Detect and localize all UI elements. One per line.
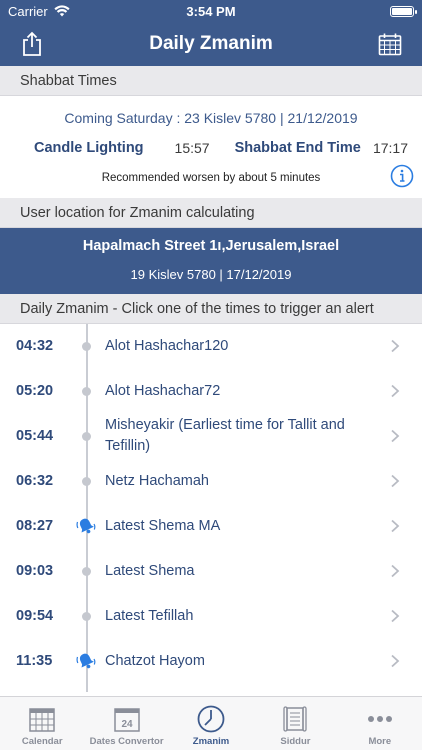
- tab-calendar-label: Calendar: [21, 736, 63, 747]
- zman-row[interactable]: 06:32 Netz Hachamah: [0, 459, 422, 503]
- timeline-dot: [82, 386, 91, 396]
- zman-name: Latest Shema: [105, 562, 195, 579]
- tab-calendar[interactable]: Calendar: [0, 697, 84, 750]
- zman-time: 06:32: [16, 473, 54, 489]
- tab-dates-convertor[interactable]: 24 Dates Convertor: [84, 697, 168, 750]
- chevron-right-icon: [391, 429, 400, 443]
- zman-name: Alot Hashachar72: [105, 382, 221, 399]
- location-section-header: User location for Zmanim calculating: [0, 198, 422, 228]
- zman-name: Misheyakir (Earliest time for Tallit and…: [105, 417, 345, 454]
- zman-row[interactable]: 09:54 Latest Tefillah: [0, 594, 422, 638]
- shabbat-times-row: Candle Lighting 15:57 Shabbat End Time 1…: [34, 140, 408, 156]
- timeline-dot: [82, 611, 91, 621]
- recommendation-note: Recommended worsen by about 5 minutes: [101, 172, 321, 184]
- zman-row[interactable]: 05:20 Alot Hashachar72: [0, 369, 422, 413]
- coming-saturday-text: Coming Saturday : 23 Kislev 5780 | 21/12…: [64, 110, 358, 126]
- tab-siddur[interactable]: Siddur: [253, 697, 337, 750]
- clock-icon: [196, 704, 226, 734]
- calendar-date-icon: 24: [112, 704, 142, 734]
- calendar-button[interactable]: [376, 30, 404, 58]
- zman-row[interactable]: 04:32 Alot Hashachar120: [0, 324, 422, 368]
- share-icon: [23, 31, 41, 56]
- zman-row[interactable]: 05:44 Misheyakir (Earliest time for Talli…: [0, 414, 422, 458]
- shabbat-end-label: Shabbat End Time: [234, 140, 361, 156]
- shabbat-times-panel: Coming Saturday : 23 Kislev 5780 | 21/12…: [0, 96, 422, 198]
- timeline-dot: [82, 341, 91, 351]
- share-button[interactable]: [18, 30, 46, 58]
- more-dots-icon: [365, 704, 395, 734]
- candle-lighting-label: Candle Lighting: [34, 140, 144, 156]
- zman-time: 11:35: [16, 653, 53, 669]
- status-time: 3:54 PM: [186, 4, 236, 19]
- zman-time: 04:32: [16, 338, 54, 354]
- zman-time: 08:27: [16, 518, 54, 534]
- page-title: Daily Zmanim: [149, 33, 273, 54]
- date-number: 24: [121, 719, 133, 730]
- status-bar: Carrier 3:54 PM: [0, 0, 422, 22]
- app-header: Carrier 3:54 PM Daily Zmanim: [0, 0, 422, 66]
- timeline-dot: [82, 476, 91, 486]
- zman-name: Chatzot Hayom: [105, 652, 205, 669]
- location-date: 19 Kislev 5780 | 17/12/2019: [130, 267, 292, 282]
- tab-zmanim[interactable]: Zmanim: [169, 697, 253, 750]
- scroll-icon: [280, 704, 310, 734]
- zmanim-section-header: Daily Zmanim - Click one of the times to…: [0, 294, 422, 324]
- tab-siddur-label: Siddur: [280, 736, 311, 747]
- info-icon[interactable]: [390, 164, 414, 188]
- chevron-right-icon: [391, 474, 400, 488]
- timeline-dot: [82, 566, 91, 576]
- location-panel[interactable]: Hapalmach Street 1ı,Jerusalem,Israel 19 …: [0, 228, 422, 294]
- tab-zmanim-label: Zmanim: [192, 736, 230, 747]
- alert-bell-icon: [76, 653, 96, 669]
- alert-bell-icon: [76, 518, 96, 534]
- zmanim-list: 04:32 Alot Hashachar120 05:20 Alot Hashacha…: [0, 324, 422, 692]
- candle-lighting-time: 15:57: [174, 140, 210, 156]
- tab-dates-convertor-label: Dates Convertor: [89, 736, 164, 747]
- zman-name: Latest Shema MA: [105, 517, 221, 534]
- tab-more[interactable]: More: [338, 697, 422, 750]
- zman-time: 09:54: [16, 608, 54, 624]
- zman-name: Alot Hashachar120: [105, 337, 229, 354]
- zman-time: 05:44: [16, 428, 54, 444]
- tab-more-label: More: [368, 736, 392, 747]
- chevron-right-icon: [391, 564, 400, 578]
- chevron-right-icon: [391, 339, 400, 353]
- chevron-right-icon: [391, 654, 400, 668]
- battery-icon: [390, 5, 417, 17]
- chevron-right-icon: [391, 519, 400, 533]
- zman-time: 05:20: [16, 383, 54, 399]
- zman-row[interactable]: 08:27 Latest Shema MA: [0, 504, 422, 548]
- chevron-right-icon: [391, 384, 400, 398]
- zman-name: Netz Hachamah: [105, 472, 209, 489]
- chevron-right-icon: [391, 609, 400, 623]
- tab-bar: Calendar 24 Dates Convertor Zmanim Siddu…: [0, 696, 422, 750]
- zman-row[interactable]: 11:35 Chatzot Hayom: [0, 639, 422, 683]
- location-street: Hapalmach Street 1ı,Jerusalem,Israel: [82, 238, 340, 254]
- shabbat-section-header: Shabbat Times: [0, 66, 422, 96]
- zman-name: Latest Tefillah: [105, 607, 194, 624]
- timeline-dot: [82, 431, 91, 441]
- calendar-grid-icon: [27, 704, 57, 734]
- navbar: Daily Zmanim: [0, 22, 422, 66]
- zman-row[interactable]: 09:03 Latest Shema: [0, 549, 422, 593]
- shabbat-end-time: 17:17: [372, 140, 408, 156]
- zman-time: 09:03: [16, 563, 54, 579]
- calendar-icon: [378, 33, 402, 56]
